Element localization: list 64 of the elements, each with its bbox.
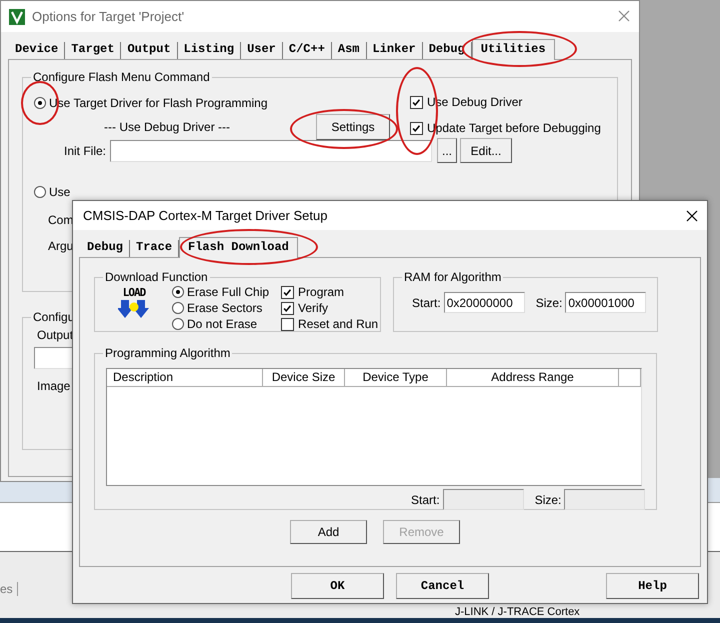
checkbox-label: Verify <box>298 301 328 315</box>
radio-label: Erase Full Chip <box>187 285 270 299</box>
radio-label: Use <box>49 185 70 199</box>
checkbox[interactable] <box>410 122 423 134</box>
field-label: Image <box>37 379 72 393</box>
tab[interactable]: Asm <box>332 42 367 59</box>
radio-label: Erase Sectors <box>187 301 262 315</box>
field-label: Com <box>48 213 74 227</box>
radio-button[interactable] <box>172 302 184 314</box>
tab[interactable]: Output <box>121 42 178 59</box>
field-label: Init File: <box>64 144 106 158</box>
checkbox[interactable] <box>281 318 294 330</box>
tab[interactable]: C/C++ <box>282 42 332 59</box>
checkbox[interactable] <box>281 302 294 314</box>
download-arrows-icon <box>118 299 150 319</box>
tab[interactable]: Flash Download <box>179 237 298 258</box>
checkbox[interactable] <box>281 286 294 298</box>
group-title: Programming Algorithm <box>104 346 232 360</box>
field-label: Size: <box>536 296 562 310</box>
input-field[interactable]: 0x00001000 <box>565 292 646 313</box>
dialog-button[interactable]: OK <box>291 573 384 599</box>
radio-button[interactable] <box>34 97 46 109</box>
radio-button[interactable] <box>172 318 184 330</box>
field-label: Size: <box>534 492 562 506</box>
checkbox[interactable] <box>410 96 423 108</box>
add-button[interactable]: Add <box>290 520 367 544</box>
tab[interactable]: Utilities <box>472 39 555 60</box>
window-title: CMSIS-DAP Cortex-M Target Driver Setup <box>83 208 328 223</box>
close-icon[interactable] <box>686 210 698 222</box>
app-icon <box>9 8 25 24</box>
radio-label: Do not Erase <box>187 317 258 331</box>
status-text: J-LINK / J-TRACE Cortex <box>455 606 580 618</box>
input-field[interactable]: 0x20000000 <box>444 292 525 313</box>
input-field[interactable] <box>110 140 432 162</box>
icon-label: LOAD <box>122 287 146 299</box>
field-label: Start: <box>412 296 441 310</box>
group-title: Download Function <box>104 270 209 284</box>
dialog-button[interactable]: Help <box>606 573 699 599</box>
field-label: Output <box>37 328 74 342</box>
column-header[interactable]: Address Range <box>447 369 619 387</box>
group-title: Configure Flash Menu Command <box>32 70 211 84</box>
browse-button[interactable]: ... <box>437 138 458 163</box>
column-header[interactable]: Description <box>107 369 263 387</box>
tab[interactable]: Linker <box>366 42 423 59</box>
tab[interactable]: User <box>241 42 283 59</box>
edit-button[interactable]: Edit... <box>460 138 512 163</box>
dialog-button[interactable]: Cancel <box>396 573 489 599</box>
field-label: Start: <box>411 492 440 506</box>
checkbox-label: Program <box>298 285 344 299</box>
window-title: Options for Target 'Project' <box>32 9 184 24</box>
settings-button[interactable]: Settings <box>316 114 390 140</box>
driver-note: --- Use Debug Driver --- <box>104 120 230 134</box>
group-title: RAM for Algorithm <box>403 270 502 284</box>
column-header[interactable]: Device Size <box>263 369 345 387</box>
field-label: Argu <box>48 239 74 253</box>
tab[interactable]: Device <box>9 42 66 59</box>
tab[interactable]: Debug <box>81 240 130 257</box>
tab[interactable]: Target <box>65 42 122 59</box>
checkbox-label: Reset and Run <box>298 317 378 331</box>
radio-button[interactable] <box>172 286 184 298</box>
tab[interactable]: Listing <box>178 42 242 59</box>
radio-button[interactable] <box>34 186 46 198</box>
column-header[interactable]: Device Type <box>345 369 447 387</box>
tab-label: es <box>0 582 18 596</box>
